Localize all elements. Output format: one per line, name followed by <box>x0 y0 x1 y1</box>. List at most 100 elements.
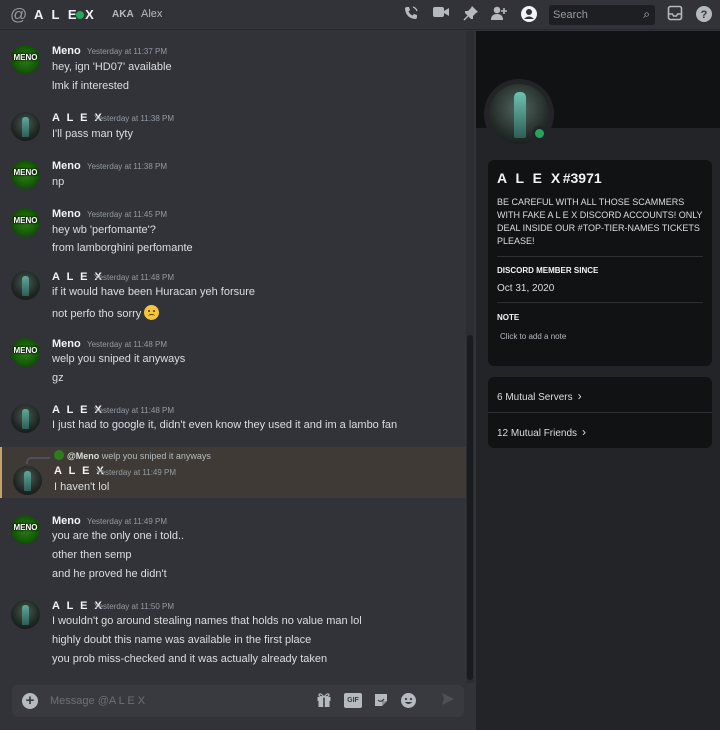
user-profile-panel: A L E X#3971 BE CAREFUL WITH ALL THOSE S… <box>476 31 720 730</box>
message-text: hey, ign 'HD07' available <box>52 61 172 73</box>
divider <box>497 302 703 303</box>
message-text: I'll pass man tyty <box>52 128 133 140</box>
mutual-friends-label: 12 Mutual Friends <box>497 428 578 439</box>
message-group[interactable]: A L E X Yesterday at 11:48 PM if it woul… <box>0 269 466 325</box>
avatar[interactable]: MENO <box>11 160 40 189</box>
message-text: other then semp <box>52 549 132 561</box>
send-icon[interactable] <box>439 692 457 710</box>
reply-message-group[interactable]: @Meno welp you sniped it anyways A L E X… <box>0 447 466 498</box>
inbox-icon[interactable] <box>665 5 685 25</box>
message-author[interactable]: Meno <box>52 45 81 57</box>
svg-text:?: ? <box>701 9 708 21</box>
aka-name: Alex <box>141 8 163 20</box>
pin-icon[interactable] <box>461 5 481 25</box>
member-since-label: DISCORD MEMBER SINCE <box>497 266 599 275</box>
message-text: you are the only one i told.. <box>52 530 185 542</box>
message-text: you prob miss-checked and it was actuall… <box>52 653 328 665</box>
message-timestamp: Yesterday at 11:38 PM <box>87 162 168 171</box>
message-composer[interactable]: + GIF <box>12 685 464 717</box>
scrollbar-thumb[interactable] <box>467 335 473 680</box>
message-text: np <box>52 176 65 188</box>
message-group[interactable]: A L E X Yesterday at 11:48 PM I just had… <box>0 402 466 438</box>
gif-button[interactable]: GIF <box>344 693 362 708</box>
avatar[interactable]: MENO <box>11 208 40 237</box>
message-group[interactable]: MENO Meno Yesterday at 11:38 PM np <box>0 158 466 194</box>
message-group[interactable]: MENO Meno Yesterday at 11:49 PM you are … <box>0 513 466 588</box>
profile-username: A L E X#3971 <box>497 170 602 186</box>
sad-face-emoji-icon <box>144 305 160 320</box>
avatar-text: MENO <box>13 523 38 532</box>
avatar-text: MENO <box>13 53 38 62</box>
aka-label: AKA <box>112 9 134 20</box>
profile-discriminator: #3971 <box>562 170 602 186</box>
profile-bio: BE CAREFUL WITH ALL THOSE SCAMMERS WITH … <box>497 197 703 246</box>
online-status-icon <box>532 126 547 141</box>
emoji-picker-icon[interactable] <box>399 692 417 710</box>
message-timestamp: Yesterday at 11:48 PM <box>87 340 168 349</box>
note-input[interactable]: Click to add a note <box>500 332 566 341</box>
message-text: if it would have been Huracan yeh forsur… <box>52 286 256 298</box>
message-timestamp: Yesterday at 11:37 PM <box>87 47 168 56</box>
message-text: highly doubt this name was available in … <box>52 634 312 646</box>
message-input[interactable] <box>50 693 300 709</box>
avatar[interactable] <box>11 271 40 300</box>
mutuals-card: 6 Mutual Servers › 12 Mutual Friends › <box>488 377 712 448</box>
avatar[interactable]: MENO <box>11 45 40 74</box>
avatar[interactable]: MENO <box>11 338 40 367</box>
help-icon[interactable]: ? <box>694 5 714 25</box>
chat-area: MENO Meno Yesterday at 11:37 PM hey, ign… <box>0 31 476 730</box>
message-author[interactable]: Meno <box>52 208 81 220</box>
avatar[interactable] <box>11 600 40 629</box>
chevron-right-icon: › <box>582 425 587 439</box>
message-timestamp: Yesterday at 11:38 PM <box>94 114 175 123</box>
add-attachment-icon[interactable]: + <box>22 693 38 709</box>
message-text: hey wb 'perfomante'? <box>52 224 156 236</box>
reply-spine <box>26 457 50 464</box>
reply-reference[interactable]: @Meno welp you sniped it anyways <box>54 450 211 461</box>
profile-info-card: A L E X#3971 BE CAREFUL WITH ALL THOSE S… <box>488 160 712 366</box>
message-author[interactable]: Meno <box>52 160 81 172</box>
mutual-servers-row[interactable]: 6 Mutual Servers › <box>497 389 582 403</box>
mutual-friends-row[interactable]: 12 Mutual Friends › <box>497 425 586 439</box>
video-call-icon[interactable] <box>431 5 451 25</box>
message-author[interactable]: Meno <box>52 515 81 527</box>
profile-toggle-icon[interactable] <box>519 5 539 25</box>
message-group[interactable]: A L E X Yesterday at 11:50 PM I wouldn't… <box>0 598 466 673</box>
avatar[interactable]: MENO <box>11 515 40 544</box>
message-text-with-emoji: not perfo tho sorry <box>52 305 160 320</box>
avatar[interactable] <box>11 404 40 433</box>
message-timestamp: Yesterday at 11:50 PM <box>94 602 175 611</box>
message-text: lmk if interested <box>52 80 130 92</box>
add-friend-icon[interactable] <box>489 5 509 25</box>
message-group[interactable]: A L E X Yesterday at 11:38 PM I'll pass … <box>0 110 466 146</box>
message-timestamp: Yesterday at 11:49 PM <box>87 517 168 526</box>
note-label: NOTE <box>497 313 520 322</box>
chevron-right-icon: › <box>577 389 582 403</box>
message-author[interactable]: Meno <box>52 338 81 350</box>
gift-icon[interactable] <box>315 692 333 710</box>
search-bar[interactable]: ⌕ <box>549 5 655 25</box>
message-group[interactable]: MENO Meno Yesterday at 11:45 PM hey wb '… <box>0 206 466 261</box>
member-since-date: Oct 31, 2020 <box>497 283 555 294</box>
search-icon: ⌕ <box>643 7 650 21</box>
search-input[interactable] <box>553 7 637 23</box>
mutual-servers-label: 6 Mutual Servers <box>497 392 573 403</box>
reply-snippet: welp you sniped it anyways <box>101 451 211 461</box>
voice-call-icon[interactable] <box>401 5 421 25</box>
message-text: gz <box>52 372 64 384</box>
avatar-text: MENO <box>13 216 38 225</box>
avatar[interactable] <box>13 466 42 495</box>
dm-title: A L E X <box>34 7 97 22</box>
message-text: I just had to google it, didn't even kno… <box>52 419 398 431</box>
message-group[interactable]: MENO Meno Yesterday at 11:48 PM welp you… <box>0 336 466 391</box>
avatar-text: MENO <box>13 168 38 177</box>
avatar[interactable] <box>11 112 40 141</box>
message-text: I haven't lol <box>54 481 110 493</box>
at-sign-icon: @ <box>10 5 28 24</box>
sticker-icon[interactable] <box>372 692 390 710</box>
divider <box>488 412 712 413</box>
message-list: MENO Meno Yesterday at 11:37 PM hey, ign… <box>0 31 468 683</box>
reply-avatar <box>54 450 64 460</box>
message-group[interactable]: MENO Meno Yesterday at 11:37 PM hey, ign… <box>0 43 466 98</box>
avatar-text: MENO <box>13 346 38 355</box>
